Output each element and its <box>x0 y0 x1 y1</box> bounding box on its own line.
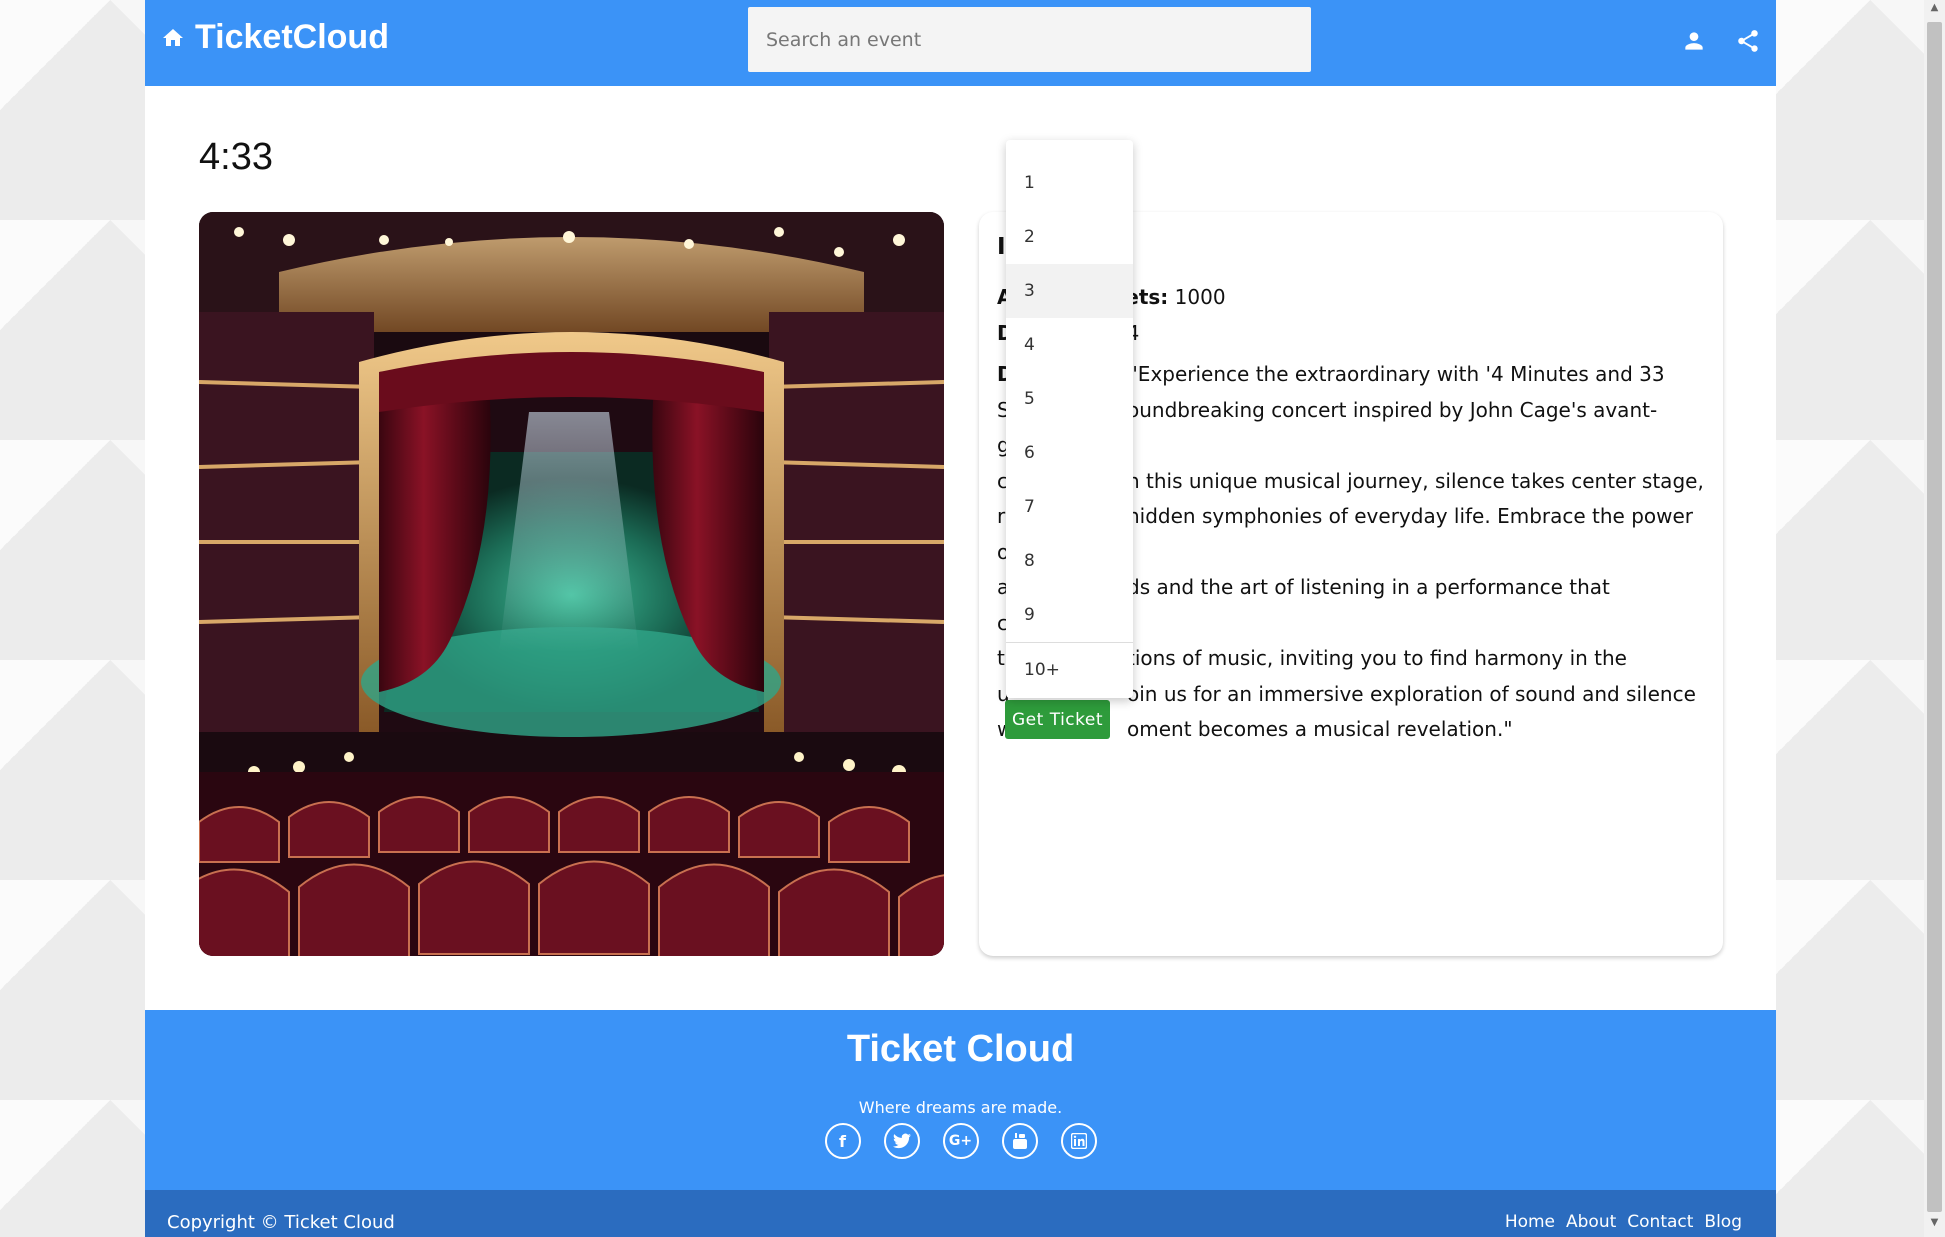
description-text: tions of music, inviting you to find har… <box>1127 646 1627 670</box>
quantity-option[interactable]: 9 <box>1006 588 1133 642</box>
quantity-option[interactable]: 2 <box>1006 210 1133 264</box>
available-tickets-value: 1000 <box>1174 285 1226 309</box>
get-ticket-button[interactable]: Get Ticket <box>1005 700 1110 739</box>
description-text: oin us for an immersive exploration of s… <box>1127 681 1696 706</box>
share-icon[interactable] <box>1735 28 1761 54</box>
footer-bottom-bar: Copyright © Ticket Cloud Home About Cont… <box>145 1190 1776 1237</box>
search-input[interactable] <box>748 7 1311 72</box>
quantity-option-highlighted[interactable]: 3 <box>1006 264 1133 318</box>
social-links: f G+ <box>145 1123 1776 1159</box>
quantity-option[interactable]: 5 <box>1006 372 1133 426</box>
footer-link-about[interactable]: About <box>1566 1212 1616 1232</box>
quantity-option[interactable]: 4 <box>1006 318 1133 372</box>
google-plus-icon[interactable]: G+ <box>942 1123 979 1159</box>
description-text: n this unique musical journey, silence t… <box>1127 468 1704 493</box>
top-navbar: TicketCloud <box>145 0 1776 86</box>
page-scrollbar[interactable]: ▲ ▼ <box>1924 0 1945 1237</box>
quantity-option[interactable]: 1 <box>1006 156 1133 210</box>
description-text: oment becomes a musical revelation." <box>1127 717 1513 741</box>
info-heading-start: I <box>997 234 1006 260</box>
footer-title: Ticket Cloud <box>846 1028 1075 1070</box>
quantity-option[interactable]: 7 <box>1006 480 1133 534</box>
footer-nav: Home About Contact Blog <box>1505 1212 1742 1232</box>
quantity-option-10-plus[interactable]: 10+ <box>1006 643 1133 697</box>
footer-link-home[interactable]: Home <box>1505 1212 1555 1232</box>
scroll-up-arrow-icon[interactable]: ▲ <box>1924 2 1945 20</box>
brand-link[interactable]: TicketCloud <box>161 18 389 57</box>
copyright-text: Copyright © Ticket Cloud <box>167 1212 395 1233</box>
quantity-option[interactable]: 8 <box>1006 534 1133 588</box>
quantity-dropdown-menu: 1 2 3 4 5 6 7 8 9 10+ <box>1006 140 1133 698</box>
user-icon[interactable] <box>1681 28 1707 54</box>
description-text: "Experience the extraordinary with '4 Mi… <box>1128 362 1665 386</box>
footer-tagline: Where dreams are made. <box>858 1098 1063 1117</box>
footer-link-blog[interactable]: Blog <box>1704 1212 1742 1232</box>
event-image <box>199 212 944 956</box>
scroll-down-arrow-icon[interactable]: ▼ <box>1924 1217 1945 1235</box>
quantity-option[interactable]: 6 <box>1006 426 1133 480</box>
scrollbar-thumb[interactable] <box>1927 22 1942 1212</box>
youtube-icon[interactable] <box>1001 1123 1038 1159</box>
home-icon <box>163 28 183 46</box>
event-title: 4:33 <box>199 136 273 178</box>
page-container: TicketCloud 4:33 <box>145 0 1776 1237</box>
footer-link-contact[interactable]: Contact <box>1627 1212 1693 1232</box>
twitter-icon[interactable] <box>883 1123 920 1159</box>
footer: Ticket Cloud Where dreams are made. f G+ <box>145 1010 1776 1190</box>
facebook-icon[interactable]: f <box>824 1123 861 1159</box>
linkedin-icon[interactable] <box>1060 1123 1097 1159</box>
brand-name: TicketCloud <box>195 18 389 56</box>
